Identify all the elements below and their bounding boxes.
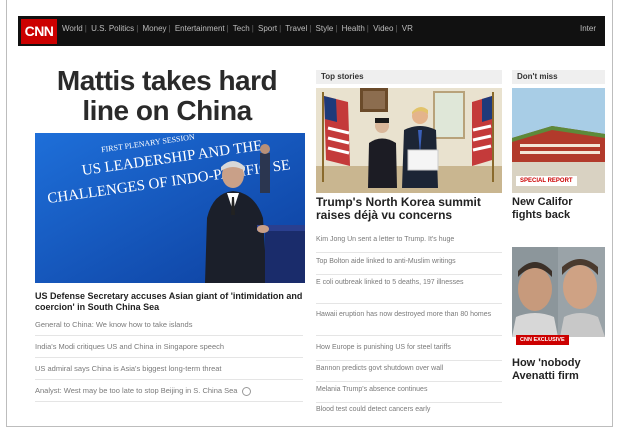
nav-item-sport[interactable]: Sport bbox=[258, 24, 277, 33]
special-report-badge: SPECIAL REPORT bbox=[516, 176, 577, 186]
dont-miss-headline-1-line-1: New Califor bbox=[512, 196, 573, 208]
nav-item-international[interactable]: Inter bbox=[580, 24, 596, 33]
nav-item-tech[interactable]: Tech bbox=[233, 24, 250, 33]
related-link-2[interactable]: India's Modi critiques US and China in S… bbox=[35, 340, 303, 358]
top-story-image[interactable] bbox=[316, 88, 502, 193]
dont-miss-header: Don't miss bbox=[512, 70, 605, 84]
top-story-link-7[interactable]: Melania Trump's absence continues bbox=[316, 384, 502, 403]
dont-miss-headline-2-line-1: How 'nobody bbox=[512, 357, 581, 369]
nav-item-travel[interactable]: Travel bbox=[285, 24, 307, 33]
lead-story-link[interactable]: US Defense Secretary accuses Asian giant… bbox=[35, 291, 303, 313]
nav-item-us-politics[interactable]: U.S. Politics bbox=[91, 24, 134, 33]
nav-item-style[interactable]: Style bbox=[316, 24, 334, 33]
dont-miss-image-2[interactable] bbox=[512, 247, 605, 337]
top-story-link-1[interactable]: Kim Jong Un sent a letter to Trump. It's… bbox=[316, 234, 502, 253]
related-link-3[interactable]: US admiral says China is Asia's biggest … bbox=[35, 362, 303, 380]
main-headline[interactable]: Mattis takes hard line on China bbox=[38, 66, 296, 126]
nav-item-vr[interactable]: VR bbox=[402, 24, 413, 33]
video-play-icon bbox=[241, 386, 251, 396]
hero-photo: FIRST PLENARY SESSION US LEADERSHIP AND … bbox=[35, 133, 305, 283]
top-story-photo bbox=[316, 88, 502, 193]
dont-miss-photo-2 bbox=[512, 247, 605, 337]
top-stories-header: Top stories bbox=[316, 70, 502, 84]
related-link-1[interactable]: General to China: We know how to take is… bbox=[35, 318, 303, 336]
cnn-exclusive-badge: CNN EXCLUSIVE bbox=[516, 335, 569, 345]
nav-item-money[interactable]: Money bbox=[143, 24, 167, 33]
main-navigation: World | U.S. Politics | Money | Entertainme… bbox=[62, 24, 413, 33]
dont-miss-headline-1-line-2: fights back bbox=[512, 209, 571, 221]
nav-item-entertainment[interactable]: Entertainment bbox=[175, 24, 225, 33]
related-link-4-text: Analyst: West may be too late to stop Be… bbox=[35, 386, 238, 395]
top-story-link-8[interactable]: Blood test could detect cancers early bbox=[316, 404, 502, 418]
dont-miss-headline-2-line-2: Avenatti firm bbox=[512, 370, 579, 382]
nav-item-video[interactable]: Video bbox=[373, 24, 393, 33]
top-story-link-3[interactable]: E coli outbreak linked to 5 deaths, 197 … bbox=[316, 277, 502, 304]
cnn-logo[interactable]: CNN bbox=[21, 19, 57, 44]
top-story-headline[interactable]: Trump's North Korea summit raises déjà v… bbox=[316, 196, 506, 222]
top-story-link-5[interactable]: How Europe is punishing US for steel tar… bbox=[316, 342, 502, 361]
nav-item-health[interactable]: Health bbox=[342, 24, 365, 33]
hero-image[interactable]: FIRST PLENARY SESSION US LEADERSHIP AND … bbox=[35, 133, 305, 283]
dont-miss-headline-1[interactable]: New Califor fights back bbox=[512, 196, 612, 222]
top-story-link-4[interactable]: Hawaii eruption has now destroyed more t… bbox=[316, 309, 502, 336]
top-story-link-2[interactable]: Top Bolton aide linked to anti-Muslim wr… bbox=[316, 256, 502, 275]
nav-item-world[interactable]: World bbox=[62, 24, 83, 33]
top-story-link-6[interactable]: Bannon predicts govt shutdown over wall bbox=[316, 363, 502, 382]
dont-miss-headline-2[interactable]: How 'nobody Avenatti firm bbox=[512, 357, 612, 383]
related-link-4[interactable]: Analyst: West may be too late to stop Be… bbox=[35, 384, 303, 402]
